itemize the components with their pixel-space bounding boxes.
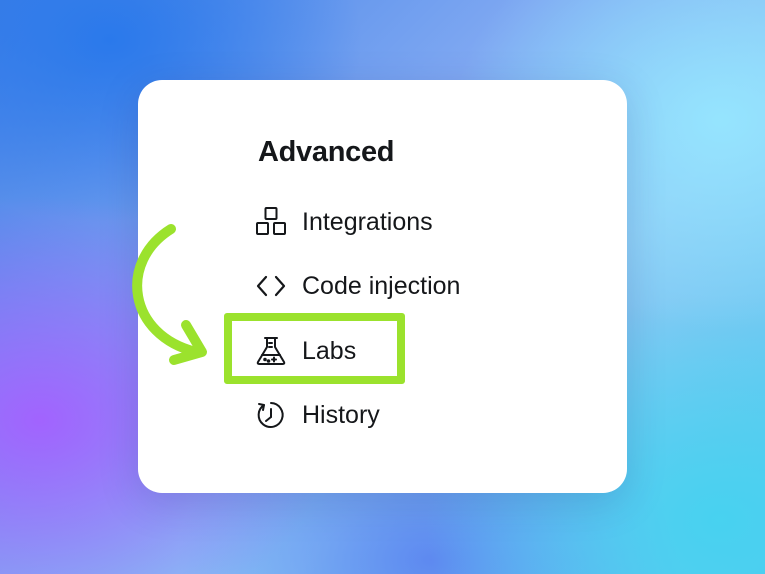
menu-item-integrations[interactable]: Integrations [254, 202, 433, 242]
menu-item-label: History [302, 400, 380, 429]
menu-item-code-injection[interactable]: Code injection [254, 266, 460, 306]
menu-item-history[interactable]: History [254, 395, 380, 435]
menu-item-label: Code injection [302, 271, 461, 300]
section-title: Advanced [258, 136, 395, 168]
flask-icon [254, 334, 288, 368]
menu-item-labs[interactable]: Labs [254, 331, 356, 371]
settings-card: Advanced Integrations Code injection Lab… [138, 80, 627, 493]
history-icon [254, 398, 288, 432]
menu-item-label: Labs [302, 336, 357, 365]
code-icon [254, 269, 288, 303]
integrations-icon [254, 205, 288, 239]
menu-item-label: Integrations [302, 207, 433, 236]
